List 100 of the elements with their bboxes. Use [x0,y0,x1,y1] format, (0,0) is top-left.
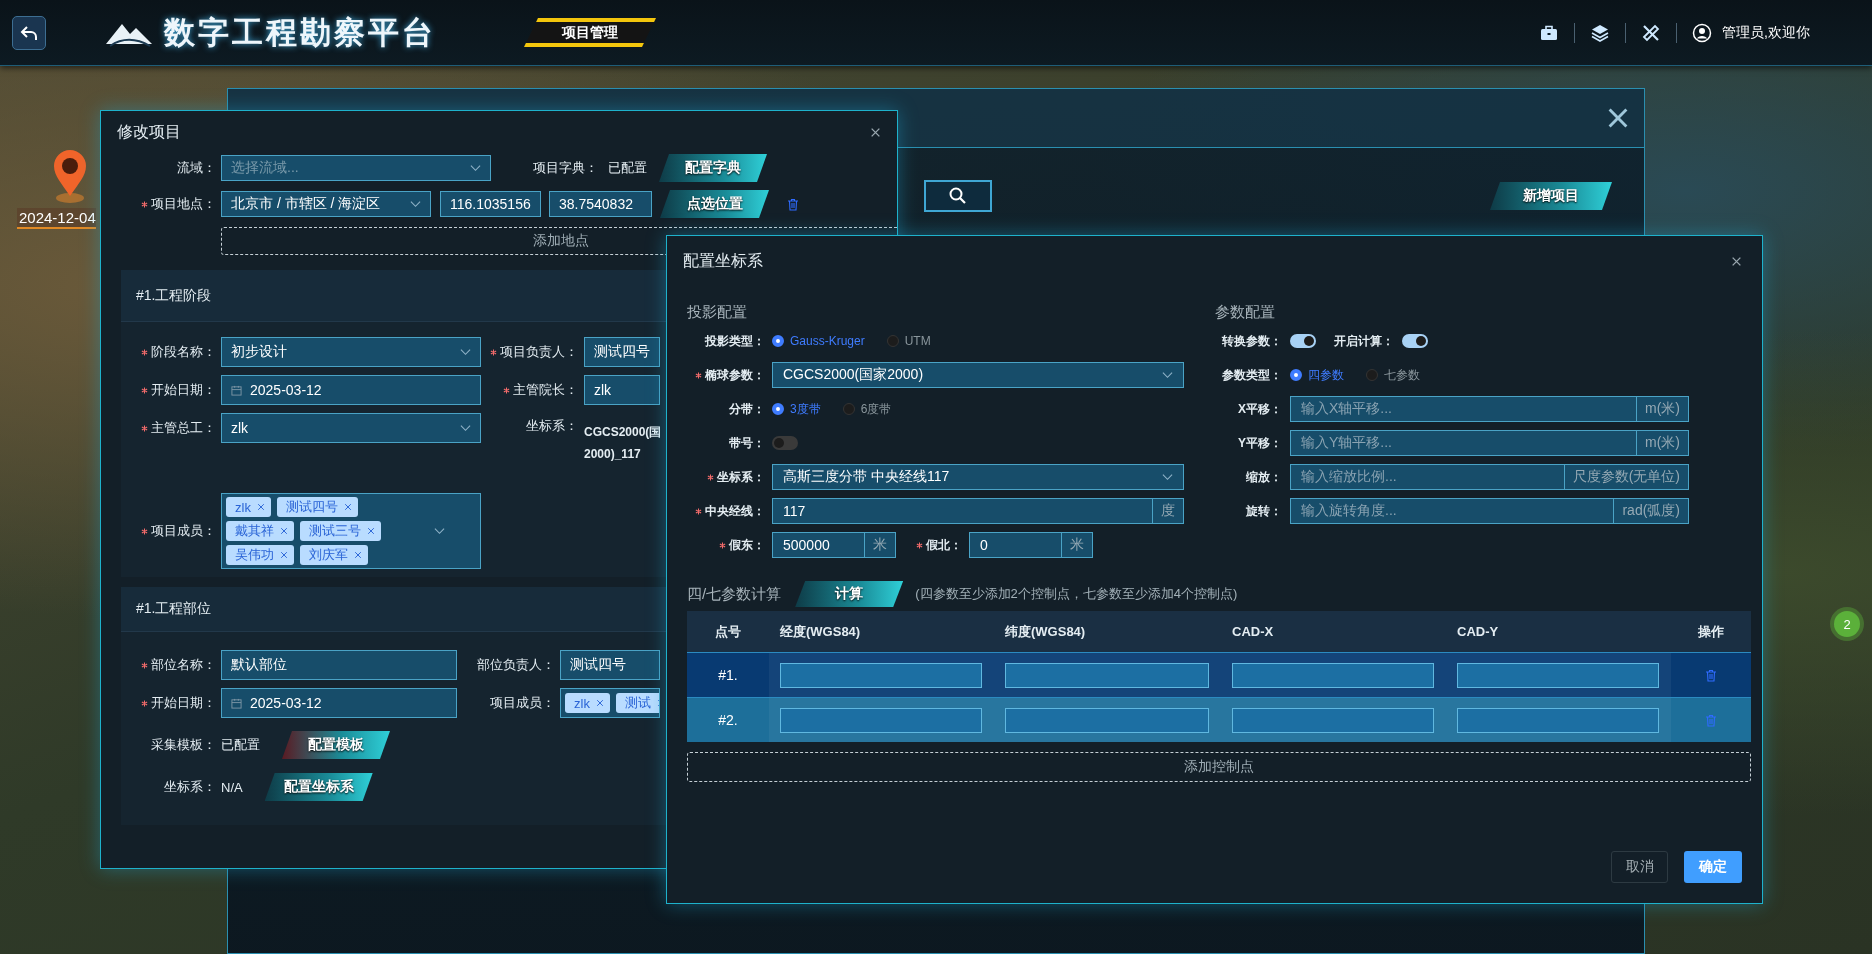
select-field[interactable]: 初步设计 [221,337,481,367]
select-field[interactable]: CGCS2000(国家2000) [772,362,1184,388]
tags-field[interactable]: zlk 测试 [560,688,660,718]
date-field[interactable]: 2025-03-12 [221,375,481,405]
calculate-button[interactable]: 计算 [795,581,904,607]
field-label: 项目负责人： [500,343,578,361]
field-label: 投影类型： [705,332,765,350]
field-label: 部位名称： [151,656,216,674]
select-field[interactable]: 高斯三度分带 中央经线117 [772,464,1184,490]
delete-icon[interactable] [787,197,799,211]
field-label: 椭球参数： [705,366,765,384]
field-label: 假北： [926,536,962,554]
select-field[interactable]: 测试四号 [584,337,660,367]
toggle-switch[interactable] [1290,334,1316,348]
section-heading: #1.工程阶段 [136,286,212,305]
member-tag: zlk [226,497,271,517]
field-label: 中央经线： [705,502,765,520]
field-label: X平移： [1238,400,1282,418]
field-label: 坐标系： [717,468,765,486]
select-field[interactable]: 测试四号 [560,650,660,680]
field-label: 开始日期： [151,381,216,399]
add-control-point-button[interactable]: 添加控制点 [687,752,1751,782]
radio-option[interactable]: 四参数 [1290,366,1344,384]
input-field[interactable]: 输入旋转角度... rad(弧度) [1290,498,1689,524]
field-label: 缩放： [1246,468,1282,486]
table-cell-text: #2. [717,711,739,730]
field-label: 主管院长： [513,381,578,399]
select-field[interactable]: zlk [584,375,660,405]
field-label: 分带： [729,400,765,418]
radio-option[interactable]: UTM [886,334,931,348]
back-icon[interactable] [12,15,46,50]
field-label: 阶段名称： [151,343,216,361]
input-field[interactable]: 117 度 [772,498,1184,524]
field-label: 参数类型： [1222,366,1282,384]
table-input-field[interactable] [1005,662,1209,688]
configure-button[interactable]: 配置字典 [659,154,767,182]
cancel-button[interactable]: 取消 [1611,851,1668,883]
input-field[interactable]: 0 米 [969,532,1093,558]
date-field[interactable]: 2025-03-12 [221,688,457,718]
dialog-title: 修改项目 [117,121,181,142]
section-heading: 投影配置 [687,301,748,322]
table-row[interactable]: #2. [687,697,1751,742]
table-row[interactable]: #1. [687,652,1751,697]
marker-date-label: 2024-12-04 [17,208,96,229]
radio-option[interactable]: 七参数 [1366,366,1420,384]
member-tag: 刘庆军 [300,545,368,565]
nav-tab[interactable]: 项目管理 [524,18,656,47]
table-input-field[interactable] [1457,662,1659,688]
field-label: 部位负责人： [477,656,555,674]
user-avatar-icon[interactable] [1692,22,1713,43]
input-field[interactable]: 500000 米 [772,532,896,558]
select-field[interactable]: 选择流域... [221,155,491,181]
table-input-field[interactable] [1232,707,1434,733]
table-input-field[interactable] [1457,707,1659,733]
field-label: 假东： [729,536,765,554]
field-label: 带号： [729,434,765,452]
search-button[interactable] [924,180,992,212]
table-input-field[interactable] [1005,707,1209,733]
input-field[interactable]: 默认部位 [221,650,457,680]
delete-icon[interactable] [1705,668,1717,682]
section-heading: #1.工程部位 [136,600,212,618]
chevron-down-icon [1162,473,1173,481]
chevron-down-icon [1162,371,1173,379]
column-header: 纬度(WGS84) [1004,622,1087,641]
toggle-switch[interactable] [772,436,798,450]
tags-field[interactable]: zlk 测试四号 戴其祥 测试三号 吴伟功 刘庆军 [221,493,481,569]
column-header: CAD-X [1231,624,1275,639]
configure-button[interactable]: 配置模板 [282,731,390,759]
user-greeting: 管理员,欢迎你 [1722,23,1810,42]
status-text: 已配置 [608,159,647,177]
app-title: 数字工程勘察平台 [164,13,436,52]
add-project-button[interactable]: 新增项目 [1490,182,1612,210]
radio-option[interactable]: Gauss-Kruger [772,334,865,348]
input-field[interactable]: 输入X轴平移... m(米) [1290,396,1689,422]
status-text: 已配置 [221,736,260,754]
table-input-field[interactable] [1232,662,1434,688]
pick-location-button[interactable]: 点选位置 [660,190,769,218]
input-field[interactable]: 116.1035156 [440,191,541,217]
field-label: 坐标系： [526,417,578,435]
ruler-pencil-icon[interactable] [1641,22,1662,43]
field-label: 转换参数： [1222,332,1282,350]
input-field[interactable]: 输入缩放比例... 尺度参数(无单位) [1290,464,1689,490]
field-label: 项目地点： [151,195,216,213]
field-label: 项目成员： [490,694,555,712]
radio-option[interactable]: 3度带 [772,400,821,418]
field-label: 主管总工： [151,419,216,437]
toggle-switch[interactable] [1402,334,1428,348]
select-field[interactable]: zlk [221,413,481,443]
calendar-icon [231,384,242,396]
radio-option[interactable]: 6度带 [842,400,892,418]
chevron-down-icon [470,164,481,172]
field-label: 项目字典： [532,159,598,177]
select-field[interactable]: 北京市 / 市辖区 / 海淀区 [221,191,431,217]
table-input-field[interactable] [780,662,982,688]
configure-button[interactable]: 配置坐标系 [264,773,373,801]
layers-icon[interactable] [1590,22,1611,43]
input-field[interactable]: 输入Y轴平移... m(米) [1290,430,1689,456]
field-label: 旋转： [1246,502,1282,520]
table-input-field[interactable] [780,707,982,733]
input-field[interactable]: 38.7540832 [549,191,652,217]
